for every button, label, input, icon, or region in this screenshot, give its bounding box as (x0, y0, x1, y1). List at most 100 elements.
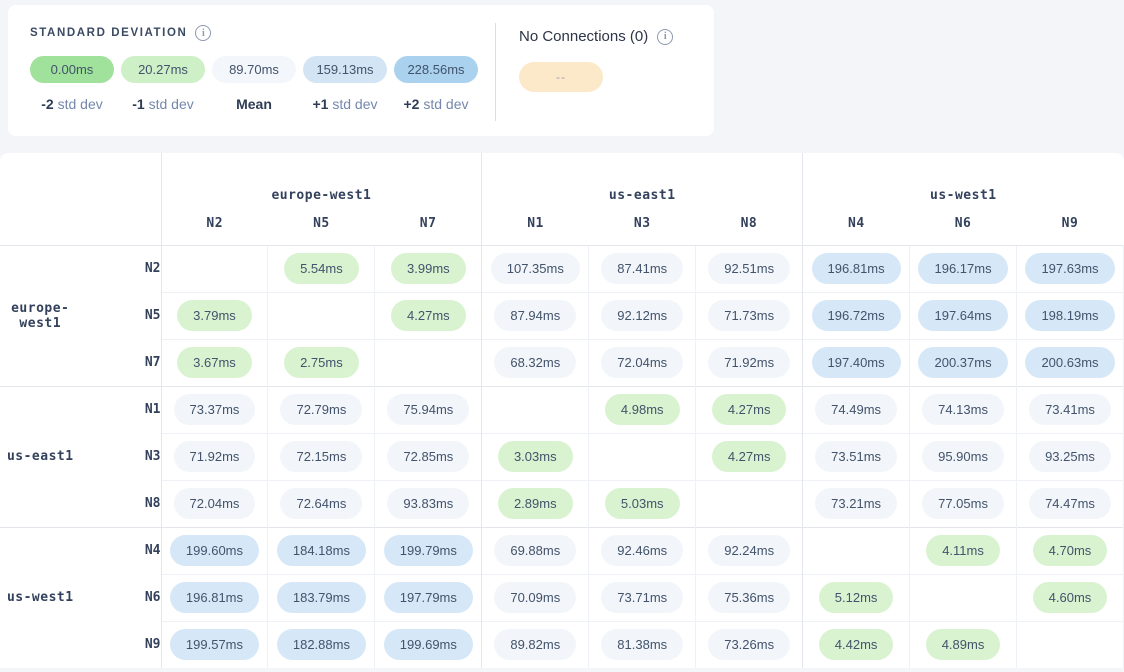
latency-pill[interactable]: 4.11ms (926, 535, 1000, 566)
latency-pill[interactable]: 73.71ms (601, 582, 683, 613)
latency-pill[interactable]: 87.94ms (494, 300, 576, 331)
latency-cell-N4-N1: 69.88ms (482, 527, 589, 574)
latency-pill[interactable]: 5.54ms (284, 253, 359, 284)
latency-pill[interactable]: 72.15ms (280, 441, 362, 472)
legend-label-plus1: +1 std dev (313, 96, 378, 112)
latency-pill[interactable]: 196.17ms (918, 253, 1007, 284)
latency-cell-N4-N6: 4.11ms (910, 527, 1017, 574)
legend-pill-plus2: 228.56ms (394, 56, 478, 83)
latency-pill[interactable]: 182.88ms (277, 629, 366, 660)
latency-pill[interactable]: 73.37ms (174, 394, 256, 425)
latency-pill[interactable]: 70.09ms (494, 582, 576, 613)
latency-pill[interactable]: 2.89ms (498, 488, 573, 519)
latency-cell-N3-N7: 72.85ms (375, 433, 482, 480)
latency-pill[interactable]: 197.40ms (812, 347, 901, 378)
latency-pill[interactable]: 199.57ms (170, 629, 259, 660)
latency-pill[interactable]: 5.03ms (605, 488, 680, 519)
latency-pill[interactable]: 199.79ms (384, 535, 473, 566)
latency-pill[interactable]: 72.04ms (174, 488, 256, 519)
latency-pill[interactable]: 199.69ms (384, 629, 473, 660)
latency-pill[interactable]: 197.63ms (1025, 253, 1114, 284)
latency-pill[interactable]: 3.67ms (177, 347, 252, 378)
latency-pill[interactable]: 107.35ms (491, 253, 580, 284)
latency-pill[interactable]: 4.42ms (819, 629, 894, 660)
latency-pill[interactable]: 72.79ms (280, 394, 362, 425)
latency-pill[interactable]: 4.27ms (391, 300, 466, 331)
legend-item-plus1: 159.13ms +1 std dev (303, 56, 387, 112)
column-header-N8: N8 (696, 203, 803, 245)
latency-pill[interactable]: 183.79ms (277, 582, 366, 613)
latency-pill[interactable]: 75.94ms (387, 394, 469, 425)
latency-pill[interactable]: 71.73ms (708, 300, 790, 331)
latency-pill[interactable]: 3.99ms (391, 253, 466, 284)
latency-pill[interactable]: 69.88ms (494, 535, 576, 566)
latency-pill[interactable]: 3.03ms (498, 441, 573, 472)
legend-item-minus2: 0.00ms -2 std dev (30, 56, 114, 112)
column-header-N6: N6 (910, 203, 1017, 245)
latency-pill[interactable]: 73.41ms (1029, 394, 1111, 425)
latency-pill[interactable]: 4.70ms (1033, 535, 1108, 566)
latency-pill[interactable]: 92.24ms (708, 535, 790, 566)
latency-pill[interactable]: 200.63ms (1025, 347, 1114, 378)
latency-pill[interactable]: 74.49ms (815, 394, 897, 425)
legend-item-minus1: 20.27ms -1 std dev (121, 56, 205, 112)
latency-pill[interactable]: 93.83ms (387, 488, 469, 519)
latency-pill[interactable]: 73.26ms (708, 629, 790, 660)
column-header-N2: N2 (161, 203, 268, 245)
latency-pill[interactable]: 196.72ms (812, 300, 901, 331)
latency-pill[interactable]: 87.41ms (601, 253, 683, 284)
info-icon[interactable]: i (657, 29, 673, 45)
legend-title: STANDARD DEVIATION (30, 27, 187, 39)
latency-pill[interactable]: 95.90ms (922, 441, 1004, 472)
latency-cell-N2-N7: 3.99ms (375, 245, 482, 292)
legend-item-plus2: 228.56ms +2 std dev (394, 56, 478, 112)
latency-pill[interactable]: 197.64ms (918, 300, 1007, 331)
latency-pill[interactable]: 68.32ms (494, 347, 576, 378)
latency-pill[interactable]: 196.81ms (170, 582, 259, 613)
latency-cell-N4-N7: 199.79ms (375, 527, 482, 574)
latency-pill[interactable]: 93.25ms (1029, 441, 1111, 472)
latency-pill[interactable]: 89.82ms (494, 629, 576, 660)
latency-pill[interactable]: 200.37ms (918, 347, 1007, 378)
latency-pill[interactable]: 4.60ms (1033, 582, 1108, 613)
latency-pill[interactable]: 72.04ms (601, 347, 683, 378)
latency-pill[interactable]: 5.12ms (819, 582, 894, 613)
latency-pill[interactable]: 199.60ms (170, 535, 259, 566)
latency-cell-N7-N1: 68.32ms (482, 339, 589, 386)
table-row-N3: N371.92ms72.15ms72.85ms3.03ms4.27ms73.51… (0, 433, 1124, 480)
latency-pill[interactable]: 196.81ms (812, 253, 901, 284)
latency-cell-N1-N1 (482, 386, 589, 433)
latency-pill[interactable]: 184.18ms (277, 535, 366, 566)
legend-pills: 0.00ms -2 std dev 20.27ms -1 std dev 89.… (30, 56, 478, 112)
latency-pill[interactable]: 72.85ms (387, 441, 469, 472)
latency-pill[interactable]: 71.92ms (174, 441, 256, 472)
latency-pill[interactable]: 92.51ms (708, 253, 790, 284)
latency-pill[interactable]: 4.89ms (926, 629, 1001, 660)
latency-pill[interactable]: 72.64ms (280, 488, 362, 519)
latency-pill[interactable]: 4.27ms (712, 441, 787, 472)
latency-pill[interactable]: 4.98ms (605, 394, 680, 425)
latency-pill[interactable]: 74.13ms (922, 394, 1004, 425)
latency-cell-N5-N9: 198.19ms (1017, 292, 1124, 339)
latency-pill[interactable]: 92.46ms (601, 535, 683, 566)
column-header-N9: N9 (1017, 203, 1124, 245)
latency-cell-N9-N4: 4.42ms (803, 621, 910, 668)
latency-pill[interactable]: 92.12ms (601, 300, 683, 331)
latency-pill[interactable]: 197.79ms (384, 582, 473, 613)
latency-cell-N7-N9: 200.63ms (1017, 339, 1124, 386)
latency-pill[interactable]: 75.36ms (708, 582, 790, 613)
latency-pill[interactable]: 4.27ms (712, 394, 787, 425)
latency-pill[interactable]: 73.51ms (815, 441, 897, 472)
latency-cell-N6-N9: 4.60ms (1017, 574, 1124, 621)
latency-pill[interactable]: 81.38ms (601, 629, 683, 660)
latency-pill[interactable]: 74.47ms (1029, 488, 1111, 519)
latency-pill[interactable]: 73.21ms (815, 488, 897, 519)
latency-pill[interactable]: 71.92ms (708, 347, 790, 378)
latency-pill[interactable]: 2.75ms (284, 347, 359, 378)
latency-cell-N4-N2: 199.60ms (161, 527, 268, 574)
info-icon[interactable]: i (195, 25, 211, 41)
latency-pill[interactable]: 198.19ms (1025, 300, 1114, 331)
latency-cell-N5-N7: 4.27ms (375, 292, 482, 339)
latency-pill[interactable]: 77.05ms (922, 488, 1004, 519)
latency-pill[interactable]: 3.79ms (177, 300, 252, 331)
